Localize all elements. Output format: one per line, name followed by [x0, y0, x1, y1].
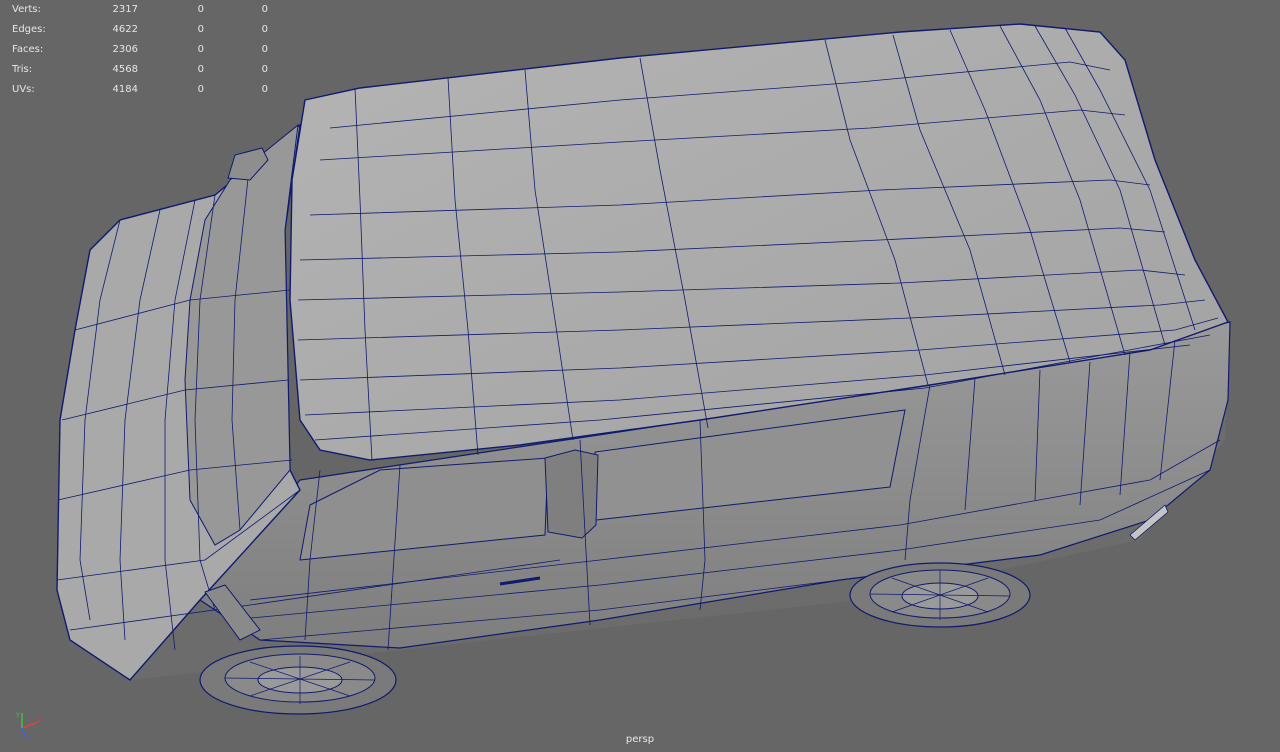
hud-value: 0	[261, 64, 268, 75]
camera-name-label: persp	[625, 734, 655, 745]
persp-viewport[interactable]: Verts: 2317 0 0 Edges: 4622 0 0 Faces: 2…	[0, 0, 1280, 752]
van-wireframe-model[interactable]	[0, 0, 1280, 752]
hud-value: 0	[197, 4, 204, 15]
hud-value: 0	[261, 44, 268, 55]
hud-value: 4622	[112, 24, 138, 35]
hud-value: 0	[197, 24, 204, 35]
hud-row-uvs: UVs: 4184 0 0	[12, 80, 272, 100]
hud-value: 0	[261, 24, 268, 35]
hud-label: Edges:	[12, 24, 46, 35]
rear-wheel	[849, 562, 1031, 628]
window-pillar	[544, 449, 599, 539]
hud-label: Tris:	[12, 64, 33, 75]
hud-value: 0	[197, 64, 204, 75]
y-axis-label: y	[16, 711, 20, 718]
hud-label: Verts:	[12, 4, 41, 15]
hud-value: 0	[197, 84, 204, 95]
hud-row-edges: Edges: 4622 0 0	[12, 20, 272, 40]
x-axis-line	[21, 721, 39, 729]
front-wheel	[199, 645, 397, 715]
hud-row-faces: Faces: 2306 0 0	[12, 40, 272, 60]
hud-value: 2317	[112, 4, 138, 15]
x-axis-label: x	[38, 717, 42, 724]
hud-label: UVs:	[12, 84, 35, 95]
hud-row-verts: Verts: 2317 0 0	[12, 0, 272, 20]
hud-value: 4184	[112, 84, 138, 95]
hud-value: 2306	[112, 44, 138, 55]
hud-label: Faces:	[12, 44, 44, 55]
hud-value: 4568	[112, 64, 138, 75]
hud-row-tris: Tris: 4568 0 0	[12, 60, 272, 80]
hud-value: 0	[197, 44, 204, 55]
hud-value: 0	[261, 84, 268, 95]
poly-count-hud: Verts: 2317 0 0 Edges: 4622 0 0 Faces: 2…	[12, 0, 272, 100]
hud-value: 0	[261, 4, 268, 15]
